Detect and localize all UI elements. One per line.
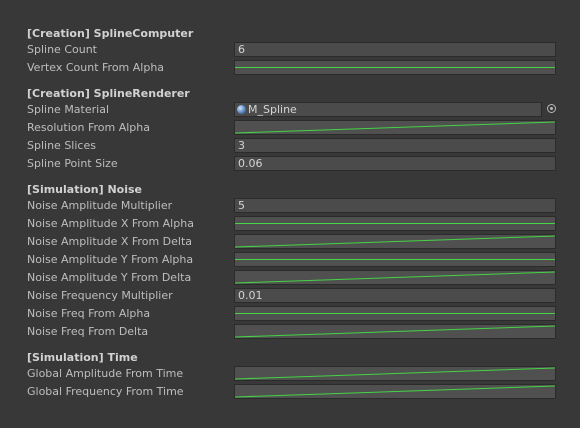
vertex-count-from-alpha-label: Vertex Count From Alpha: [27, 61, 165, 74]
noise-freq-from-delta-curve[interactable]: [234, 324, 556, 339]
noise-amplitude-multiplier-field[interactable]: 5: [234, 198, 556, 213]
spline-material-label: Spline Material: [27, 103, 110, 116]
curve-line: [235, 367, 555, 380]
row-spline-count: Spline Count 6: [27, 42, 557, 58]
row-noise-amplitude-x-from-delta: Noise Amplitude X From Delta: [27, 234, 557, 250]
spline-material-field[interactable]: M_Spline: [234, 102, 542, 117]
vertex-count-from-alpha-curve[interactable]: [234, 60, 556, 75]
global-frequency-from-time-curve[interactable]: [234, 384, 556, 399]
curve-preview: [235, 325, 555, 338]
resolution-from-alpha-label: Resolution From Alpha: [27, 121, 150, 134]
section-header-creation-splinerenderer: [Creation] SplineRenderer: [27, 87, 190, 100]
noise-amplitude-y-from-delta-label: Noise Amplitude Y From Delta: [27, 271, 192, 284]
row-global-frequency-from-time: Global Frequency From Time: [27, 384, 557, 400]
curve-preview: [235, 271, 555, 284]
spline-count-label: Spline Count: [27, 43, 97, 56]
row-global-amplitude-from-time: Global Amplitude From Time: [27, 366, 557, 382]
curve-preview: [235, 385, 555, 398]
noise-amplitude-x-from-alpha-curve[interactable]: [234, 216, 556, 231]
noise-amplitude-y-from-alpha-label: Noise Amplitude Y From Alpha: [27, 253, 194, 266]
section-header-creation-splinecomputer: [Creation] SplineComputer: [27, 27, 194, 40]
spline-slices-field[interactable]: 3: [234, 138, 556, 153]
noise-amplitude-x-from-delta-label: Noise Amplitude X From Delta: [27, 235, 193, 248]
material-sphere-icon: [237, 105, 246, 114]
curve-line: [235, 271, 555, 284]
row-spline-material: Spline Material M_Spline: [27, 102, 557, 118]
curve-preview: [235, 313, 555, 314]
noise-amplitude-x-from-delta-curve[interactable]: [234, 234, 556, 249]
curve-line: [235, 325, 555, 338]
curve-preview: [235, 223, 555, 224]
row-noise-freq-from-alpha: Noise Freq From Alpha: [27, 306, 557, 322]
row-vertex-count-from-alpha: Vertex Count From Alpha: [27, 60, 557, 76]
resolution-from-alpha-curve[interactable]: [234, 120, 556, 135]
global-amplitude-from-time-curve[interactable]: [234, 366, 556, 381]
curve-line: [235, 385, 555, 398]
global-amplitude-from-time-label: Global Amplitude From Time: [27, 367, 184, 380]
row-noise-amplitude-y-from-delta: Noise Amplitude Y From Delta: [27, 270, 557, 286]
row-resolution-from-alpha: Resolution From Alpha: [27, 120, 557, 136]
curve-preview: [235, 121, 555, 134]
noise-freq-from-alpha-curve[interactable]: [234, 306, 556, 321]
row-spline-point-size: Spline Point Size 0.06: [27, 156, 557, 172]
spline-point-size-label: Spline Point Size: [27, 157, 118, 170]
noise-amplitude-multiplier-label: Noise Amplitude Multiplier: [27, 199, 173, 212]
curve-preview: [235, 367, 555, 380]
curve-preview: [235, 259, 555, 260]
noise-frequency-multiplier-field[interactable]: 0.01: [234, 288, 556, 303]
spline-count-field[interactable]: 6: [234, 42, 556, 57]
spline-slices-label: Spline Slices: [27, 139, 96, 152]
inspector-panel: [Creation] SplineComputer Spline Count 6…: [0, 0, 580, 428]
section-header-simulation-time: [Simulation] Time: [27, 351, 138, 364]
global-frequency-from-time-label: Global Frequency From Time: [27, 385, 184, 398]
curve-line: [235, 235, 555, 248]
row-noise-frequency-multiplier: Noise Frequency Multiplier 0.01: [27, 288, 557, 304]
noise-amplitude-x-from-alpha-label: Noise Amplitude X From Alpha: [27, 217, 194, 230]
section-header-simulation-noise: [Simulation] Noise: [27, 183, 143, 196]
row-noise-amplitude-x-from-alpha: Noise Amplitude X From Alpha: [27, 216, 557, 232]
object-picker-icon[interactable]: [547, 104, 556, 113]
row-noise-amplitude-y-from-alpha: Noise Amplitude Y From Alpha: [27, 252, 557, 268]
row-noise-amplitude-multiplier: Noise Amplitude Multiplier 5: [27, 198, 557, 214]
noise-frequency-multiplier-label: Noise Frequency Multiplier: [27, 289, 173, 302]
row-noise-freq-from-delta: Noise Freq From Delta: [27, 324, 557, 340]
curve-preview: [235, 235, 555, 248]
noise-amplitude-y-from-alpha-curve[interactable]: [234, 252, 556, 267]
row-spline-slices: Spline Slices 3: [27, 138, 557, 154]
curve-preview: [235, 67, 555, 68]
noise-freq-from-delta-label: Noise Freq From Delta: [27, 325, 149, 338]
curve-line: [235, 121, 555, 134]
noise-amplitude-y-from-delta-curve[interactable]: [234, 270, 556, 285]
noise-freq-from-alpha-label: Noise Freq From Alpha: [27, 307, 151, 320]
spline-material-value: M_Spline: [248, 103, 297, 116]
spline-point-size-field[interactable]: 0.06: [234, 156, 556, 171]
